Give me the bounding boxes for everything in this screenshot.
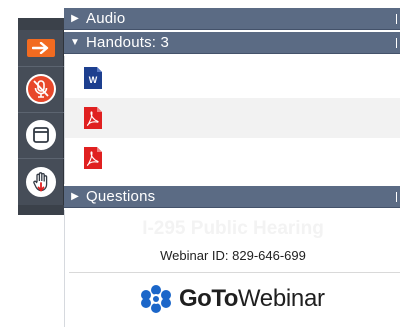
collapse-panel-button[interactable] bbox=[18, 34, 64, 62]
left-margin bbox=[0, 0, 18, 327]
logo-goto: GoTo bbox=[179, 285, 238, 312]
handout-item[interactable]: W bbox=[65, 58, 400, 98]
toolbar-divider bbox=[18, 66, 64, 67]
toolbar-top-strip bbox=[18, 18, 64, 30]
window-icon bbox=[26, 120, 56, 150]
toolbar-divider bbox=[18, 112, 64, 113]
toolbar-divider bbox=[18, 158, 64, 159]
word-glyph: W bbox=[89, 75, 98, 85]
control-panel: ▶ Audio ▼ Handouts: 3 W ▶ Questions I-29… bbox=[64, 0, 400, 327]
gotowebinar-logo: GoTo Webinar bbox=[139, 284, 325, 314]
screen-view-button[interactable] bbox=[18, 116, 64, 154]
toolbar-bottom-strip bbox=[18, 205, 64, 215]
popout-icon[interactable] bbox=[396, 38, 400, 48]
control-toolbar bbox=[18, 18, 64, 215]
divider bbox=[69, 272, 400, 273]
arrow-right-icon bbox=[27, 39, 55, 57]
popout-icon[interactable] bbox=[396, 192, 400, 202]
microphone-muted-icon bbox=[26, 74, 56, 104]
section-label: Questions bbox=[86, 188, 156, 205]
section-header-questions[interactable]: ▶ Questions bbox=[64, 186, 400, 208]
chevron-right-icon: ▶ bbox=[71, 191, 79, 202]
logo-webinar: Webinar bbox=[237, 285, 325, 312]
pdf-document-icon bbox=[83, 106, 103, 130]
webinar-info: I-295 Public Hearing Webinar ID: 829-646… bbox=[64, 210, 400, 327]
pdf-document-icon bbox=[83, 146, 103, 170]
microphone-button[interactable] bbox=[18, 70, 64, 108]
gotowebinar-flower-icon bbox=[141, 285, 171, 313]
event-title: I-295 Public Hearing bbox=[142, 218, 324, 239]
raise-hand-icon bbox=[26, 167, 56, 197]
handout-item[interactable] bbox=[65, 98, 400, 138]
handout-item[interactable] bbox=[65, 138, 400, 178]
handouts-list: W bbox=[64, 56, 400, 184]
popout-icon[interactable] bbox=[396, 14, 400, 24]
section-header-handouts[interactable]: ▼ Handouts: 3 bbox=[64, 32, 400, 54]
section-label: Audio bbox=[86, 10, 126, 27]
chevron-right-icon: ▶ bbox=[71, 13, 79, 24]
raise-hand-button[interactable] bbox=[18, 162, 64, 202]
word-document-icon: W bbox=[83, 66, 103, 90]
section-label: Handouts: 3 bbox=[86, 34, 170, 51]
section-header-audio[interactable]: ▶ Audio bbox=[64, 8, 400, 30]
chevron-down-icon: ▼ bbox=[70, 37, 80, 48]
webinar-id: Webinar ID: 829-646-699 bbox=[160, 248, 306, 263]
